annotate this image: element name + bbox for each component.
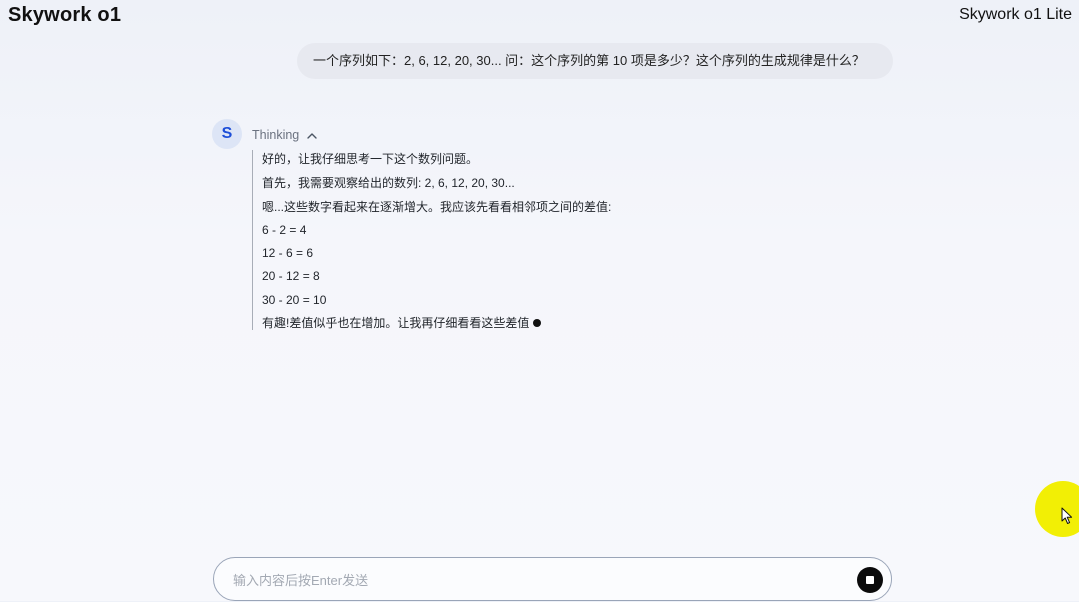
model-name: Skywork o1 Lite: [959, 6, 1072, 23]
chevron-up-icon: [307, 132, 317, 139]
thinking-line: 12 - 6 = 6: [262, 246, 314, 260]
message-input[interactable]: [231, 558, 835, 602]
thinking-line: 6 - 2 = 4: [262, 223, 307, 237]
thinking-line-streaming: 有趣!差值似乎也在增加。让我再仔细看看这些差值: [262, 314, 542, 332]
thinking-toggle[interactable]: Thinking: [252, 126, 317, 144]
mouse-pointer-icon: [1061, 507, 1073, 524]
stop-generation-button[interactable]: [857, 567, 883, 593]
user-message: 一个序列如下：2, 6, 12, 20, 30... 问：这个序列的第 10 项…: [297, 43, 893, 79]
thinking-line: 30 - 20 = 10: [262, 293, 327, 307]
message-composer: [213, 557, 892, 602]
assistant-avatar: S: [212, 119, 242, 149]
typing-cursor-icon: [533, 318, 542, 327]
thinking-line: 首先，我需要观察给出的数列: 2, 6, 12, 20, 30...: [262, 176, 515, 190]
thinking-content: 好的，让我仔细思考一下这个数列问题。 首先，我需要观察给出的数列: 2, 6, …: [252, 150, 712, 330]
thinking-label: Thinking: [252, 128, 300, 142]
app-title: Skywork o1: [8, 4, 122, 26]
stop-icon: [866, 576, 874, 584]
thinking-line-text: 有趣!差值似乎也在增加。让我再仔细看看这些差值: [262, 316, 530, 330]
thinking-line: 好的，让我仔细思考一下这个数列问题。: [262, 152, 479, 166]
thinking-line: 嗯...这些数字看起来在逐渐增大。我应该先看看相邻项之间的差值:: [262, 200, 612, 214]
thinking-line: 20 - 12 = 8: [262, 269, 320, 283]
